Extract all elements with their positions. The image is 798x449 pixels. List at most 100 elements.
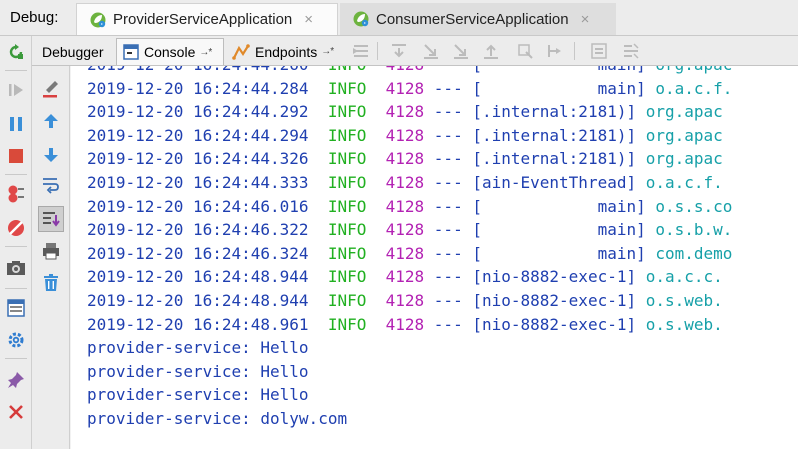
log-timestamp: 2019-12-20 16:24:44.333 <box>87 172 309 192</box>
trace-icon[interactable] <box>622 42 640 60</box>
log-logger: org.apac <box>655 66 732 74</box>
mute-breakpoints-icon[interactable] <box>6 218 26 238</box>
step-over-icon[interactable] <box>390 42 408 60</box>
run-to-cursor-icon[interactable] <box>546 42 564 60</box>
tab-label: ProviderServiceApplication <box>113 11 293 28</box>
tab-endpoints[interactable]: Endpoints →* <box>226 38 346 65</box>
log-timestamp: 2019-12-20 16:24:44.294 <box>87 125 309 145</box>
scroll-to-end-icon[interactable] <box>38 206 64 232</box>
log-level: INFO <box>327 125 367 145</box>
log-line: 2019-12-20 16:24:46.016 INFO 4128 --- [ … <box>87 195 732 219</box>
log-separator: --- <box>433 243 463 263</box>
log-level: INFO <box>327 243 367 263</box>
log-level: INFO <box>327 172 367 192</box>
camera-icon[interactable] <box>6 258 26 278</box>
debug-subtabs: Debugger Console →* Endpoints →* <box>32 36 798 66</box>
log-timestamp: 2019-12-20 16:24:44.326 <box>87 149 309 169</box>
tab-provider-service[interactable]: ProviderServiceApplication × <box>76 3 338 35</box>
log-separator: --- <box>433 267 463 287</box>
layout-icon[interactable] <box>6 298 26 318</box>
log-pid: 4128 <box>385 172 425 192</box>
show-execution-point-icon[interactable] <box>352 42 370 60</box>
pin-tab-icon[interactable]: →* <box>321 46 334 57</box>
close-icon[interactable]: × <box>581 11 590 28</box>
tab-label: ConsumerServiceApplication <box>376 10 569 28</box>
log-thread: [nio-8882-exec-1] <box>472 314 637 334</box>
log-line: 2019-12-20 16:24:44.333 INFO 4128 --- [a… <box>87 171 732 195</box>
log-level: INFO <box>327 267 367 287</box>
force-step-into-icon[interactable] <box>452 42 470 60</box>
rerun-icon[interactable] <box>6 42 26 62</box>
debug-label: Debug: <box>10 9 59 26</box>
log-logger: org.apac <box>645 149 723 169</box>
log-timestamp: 2019-12-20 16:24:46.324 <box>87 243 309 263</box>
pause-icon[interactable] <box>6 114 26 134</box>
log-pid: 4128 <box>385 78 425 98</box>
down-icon[interactable] <box>40 144 62 166</box>
log-thread: [.internal:2181)] <box>472 125 637 145</box>
log-list: 2019-12-20 16:24:44.260 INFO 4128 --- [ … <box>87 66 732 431</box>
log-timestamp: 2019-12-20 16:24:44.284 <box>87 78 309 98</box>
endpoints-tab-icon <box>232 43 250 60</box>
spring-boot-icon <box>89 11 107 29</box>
pin-icon[interactable] <box>6 370 26 390</box>
close-icon[interactable] <box>6 402 26 422</box>
tab-console-label: Console <box>144 44 196 60</box>
console-output[interactable]: 2019-12-20 16:24:44.260 INFO 4128 --- [ … <box>71 66 798 449</box>
evaluate-expression-icon[interactable] <box>590 42 608 60</box>
log-thread: [ main] <box>472 78 646 98</box>
soft-wrap-icon[interactable] <box>40 174 62 196</box>
log-thread: [ main] <box>472 66 645 74</box>
drop-frame-icon[interactable] <box>516 42 534 60</box>
tab-debugger[interactable]: Debugger <box>36 38 114 65</box>
log-pid: 4128 <box>385 125 425 145</box>
output-line: provider-service: Hello <box>87 338 309 358</box>
log-timestamp: 2019-12-20 16:24:46.016 <box>87 196 309 216</box>
log-thread: [.internal:2181)] <box>472 149 637 169</box>
log-separator: --- <box>434 66 463 74</box>
log-timestamp: 2019-12-20 16:24:44.260 <box>87 66 309 74</box>
log-separator: --- <box>433 314 463 334</box>
log-level: INFO <box>327 314 367 334</box>
log-logger: o.s.b.w. <box>655 220 733 240</box>
log-logger: o.s.s.co <box>655 196 733 216</box>
output-line: provider-service: Hello <box>87 361 309 381</box>
view-breakpoints-icon[interactable] <box>6 184 26 204</box>
log-line: 2019-12-20 16:24:44.292 INFO 4128 --- [.… <box>87 100 732 124</box>
close-icon[interactable]: × <box>304 11 313 28</box>
log-line: 2019-12-20 16:24:48.944 INFO 4128 --- [n… <box>87 265 732 289</box>
log-level: INFO <box>327 102 367 122</box>
log-pid: 4128 <box>385 220 425 240</box>
log-level: INFO <box>327 220 367 240</box>
debug-tab-bar: Debug: ProviderServiceApplication × Cons… <box>0 0 798 36</box>
output-line: provider-service: dolyw.com <box>87 408 348 428</box>
log-thread: [nio-8882-exec-1] <box>472 290 637 310</box>
up-icon[interactable] <box>40 110 62 132</box>
log-logger: org.apac <box>645 102 723 122</box>
log-logger: o.a.c.f. <box>655 78 733 98</box>
log-line: 2019-12-20 16:24:44.284 INFO 4128 --- [ … <box>87 77 732 101</box>
step-into-icon[interactable] <box>422 42 440 60</box>
tab-console[interactable]: Console →* <box>116 38 224 65</box>
trash-icon[interactable] <box>40 272 62 294</box>
console-toolbar <box>32 66 70 449</box>
settings-icon[interactable] <box>6 330 26 350</box>
log-logger: o.s.web. <box>645 314 723 334</box>
output-line: provider-service: Hello <box>87 385 309 405</box>
log-separator: --- <box>433 149 463 169</box>
tab-endpoints-label: Endpoints <box>255 43 318 60</box>
tab-consumer-service[interactable]: ConsumerServiceApplication × <box>340 3 616 35</box>
stop-icon[interactable] <box>6 146 26 166</box>
clear-icon[interactable] <box>40 78 62 100</box>
log-logger: o.a.c.f. <box>645 172 723 192</box>
resume-icon[interactable] <box>6 80 26 100</box>
log-line: 2019-12-20 16:24:44.294 INFO 4128 --- [.… <box>87 124 732 148</box>
log-separator: --- <box>433 172 463 192</box>
log-separator: --- <box>433 125 463 145</box>
log-level: INFO <box>327 149 367 169</box>
print-icon[interactable] <box>40 240 62 262</box>
log-timestamp: 2019-12-20 16:24:44.292 <box>87 102 309 122</box>
debug-toolbar <box>0 36 32 449</box>
pin-tab-icon[interactable]: →* <box>199 47 212 58</box>
step-out-icon[interactable] <box>482 42 500 60</box>
